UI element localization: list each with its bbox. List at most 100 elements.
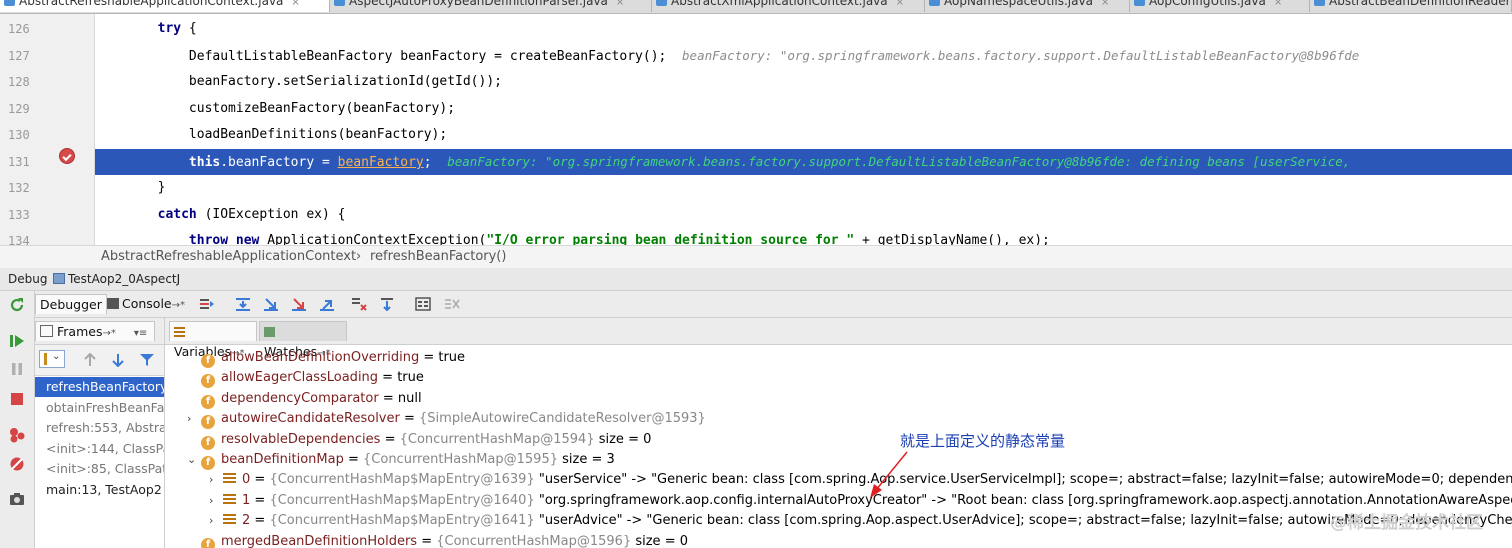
- code-text: {: [181, 21, 197, 36]
- debug-side-toolbar: [0, 291, 35, 548]
- file-tab[interactable]: AspectJAutoProxyBeanDefinitionParser.jav…: [330, 0, 652, 12]
- rerun-icon[interactable]: [9, 297, 25, 313]
- line-number: 129: [8, 102, 30, 116]
- filter-icon[interactable]: [139, 353, 155, 367]
- variable-value: =: [399, 411, 420, 427]
- frames-menu-icon[interactable]: ▾≡: [134, 328, 147, 339]
- tab-frames-pin: →*: [102, 328, 116, 339]
- show-execution-point-icon[interactable]: [199, 297, 215, 311]
- variable-ref: {ConcurrentHashMap$MapEntry@1640}: [269, 492, 535, 508]
- up-arrow-icon[interactable]: [83, 353, 97, 367]
- breakpoint-check-icon[interactable]: [59, 148, 75, 164]
- chevron-down-icon[interactable]: ⌄: [187, 450, 201, 470]
- variable-ref: {ConcurrentHashMap@1596}: [436, 533, 632, 548]
- breadcrumb-class[interactable]: AbstractRefreshableApplicationContext: [101, 249, 356, 264]
- stack-frame[interactable]: refresh:553, Abstra: [35, 418, 164, 438]
- file-tab[interactable]: AopConfigUtils.java ×: [1130, 0, 1310, 12]
- close-icon[interactable]: ×: [291, 0, 299, 8]
- file-tab[interactable]: AbstractBeanDefinitionReader×: [1310, 0, 1512, 12]
- file-tab-label: AbstractXmlApplicationContext.java: [671, 0, 888, 8]
- code-text: }: [157, 180, 166, 195]
- file-tab-label: AbstractRefreshableApplicationContext.ja…: [19, 0, 284, 8]
- chevron-right-icon[interactable]: ›: [209, 491, 223, 511]
- variables-panel: Variables→* Watches→* f allowBeanDefiniti…: [165, 318, 1512, 548]
- chevron-right-icon[interactable]: ›: [209, 470, 223, 490]
- code-editor[interactable]: 126 127 128 129 130 131 132 133 134 try { Defaul…: [0, 14, 1512, 245]
- stop-icon[interactable]: [9, 391, 25, 407]
- drop-frame-icon[interactable]: [351, 297, 367, 311]
- code-line[interactable]: DefaultListableBeanFactory beanFactory =…: [95, 43, 1512, 69]
- line-gutter[interactable]: 126 127 128 129 130 131 132 133 134: [0, 14, 95, 245]
- code-line[interactable]: beanFactory.setSerializationId(getId());: [95, 69, 1512, 95]
- code-keyword: try: [157, 21, 182, 36]
- stack-frame[interactable]: refreshBeanFactory: [35, 377, 164, 397]
- variable-name: beanDefinitionMap: [221, 452, 344, 467]
- run-config-name[interactable]: TestAop2_0AspectJ: [68, 272, 180, 286]
- java-file-icon: [656, 0, 667, 6]
- variable-row[interactable]: f dependencyComparator = null: [187, 389, 422, 409]
- variable-row[interactable]: › 0 = {ConcurrentHashMap$MapEntry@1639} "…: [209, 470, 1512, 490]
- code-line[interactable]: loadBeanDefinitions(beanFactory);: [95, 122, 1512, 148]
- variable-row[interactable]: › f autowireCandidateResolver = {SimpleAut…: [187, 409, 706, 430]
- tab-watches[interactable]: Watches→*: [259, 321, 347, 359]
- run-to-cursor-icon[interactable]: [380, 297, 396, 311]
- field-icon: f: [201, 537, 215, 548]
- stack-frame[interactable]: obtainFreshBeanFa: [35, 398, 164, 418]
- force-step-into-icon[interactable]: [291, 297, 307, 311]
- variable-row[interactable]: f allowBeanDefinitionOverriding = true: [187, 348, 465, 368]
- down-arrow-icon[interactable]: [111, 353, 125, 367]
- frames-icon: [40, 325, 53, 337]
- field-icon: f: [201, 435, 215, 450]
- close-icon[interactable]: ×: [896, 0, 904, 8]
- view-breakpoints-icon[interactable]: [9, 427, 25, 443]
- field-icon: f: [201, 354, 215, 368]
- tab-console-label: Console: [122, 296, 172, 311]
- stack-frame[interactable]: main:13, TestAop2: [35, 480, 164, 500]
- variable-row[interactable]: f allowEagerClassLoading = true: [187, 368, 424, 389]
- chevron-right-icon[interactable]: ›: [209, 511, 223, 531]
- tab-console[interactable]: Console→*: [103, 294, 189, 314]
- map-entry-icon: [223, 473, 236, 485]
- file-tab-label: AspectJAutoProxyBeanDefinitionParser.jav…: [349, 0, 608, 8]
- tab-variables[interactable]: Variables→*: [169, 321, 257, 359]
- code-line[interactable]: }: [95, 175, 1512, 201]
- code-line[interactable]: customizeBeanFactory(beanFactory);: [95, 96, 1512, 122]
- variable-detail: "userService" -> "Generic bean: class [c…: [534, 472, 1512, 488]
- close-icon[interactable]: ×: [1274, 0, 1282, 8]
- step-over-icon[interactable]: [235, 297, 251, 311]
- evaluate-icon[interactable]: [415, 297, 431, 311]
- variable-row[interactable]: › 1 = {ConcurrentHashMap$MapEntry@1640} "…: [209, 491, 1512, 511]
- file-tab[interactable]: AbstractXmlApplicationContext.java ×: [652, 0, 925, 12]
- tab-debugger[interactable]: Debugger: [35, 294, 107, 314]
- variable-ref: {ConcurrentHashMap$MapEntry@1641}: [269, 513, 535, 529]
- tab-frames[interactable]: Frames→* ▾≡: [35, 321, 155, 341]
- variable-name: autowireCandidateResolver: [221, 411, 400, 427]
- camera-icon[interactable]: [9, 491, 25, 507]
- code-line[interactable]: throw new ApplicationContextException("I…: [95, 228, 1512, 245]
- trace-icon[interactable]: [444, 297, 460, 311]
- variable-value: = null: [378, 390, 422, 406]
- variable-row[interactable]: f mergedBeanDefinitionHolders = {Concurre…: [187, 532, 688, 548]
- variable-row[interactable]: ⌄ f beanDefinitionMap = {ConcurrentHashMap…: [187, 450, 615, 470]
- file-tab[interactable]: AbstractRefreshableApplicationContext.ja…: [0, 0, 330, 12]
- close-icon[interactable]: ×: [1101, 0, 1109, 8]
- file-tab[interactable]: AopNamespaceUtils.java ×: [925, 0, 1130, 12]
- variable-value: = true: [419, 350, 466, 365]
- step-into-icon[interactable]: [263, 297, 279, 311]
- close-icon[interactable]: ×: [616, 0, 624, 8]
- stack-frame[interactable]: <init>:85, ClassPat: [35, 459, 164, 479]
- mute-breakpoints-icon[interactable]: [9, 456, 25, 472]
- step-out-icon[interactable]: [319, 297, 335, 311]
- code-line[interactable]: try {: [95, 16, 1512, 42]
- chevron-right-icon[interactable]: ›: [187, 409, 201, 429]
- variable-detail: "org.springframework.aop.config.internal…: [534, 492, 1512, 508]
- resume-icon[interactable]: [9, 333, 25, 349]
- pause-icon[interactable]: [9, 361, 25, 377]
- variable-row[interactable]: › 2 = {ConcurrentHashMap$MapEntry@1641} "…: [209, 511, 1512, 531]
- thread-filter-icon[interactable]: ⌄: [39, 350, 65, 368]
- code-line[interactable]: catch (IOException ex) {: [95, 202, 1512, 228]
- code-line[interactable]: this.beanFactory = beanFactory; beanFact…: [95, 149, 1512, 175]
- stack-frame[interactable]: <init>:144, ClassPa: [35, 439, 164, 459]
- variable-row[interactable]: f resolvableDependencies = {ConcurrentHas…: [187, 430, 651, 450]
- breadcrumb-method[interactable]: refreshBeanFactory(): [370, 249, 506, 264]
